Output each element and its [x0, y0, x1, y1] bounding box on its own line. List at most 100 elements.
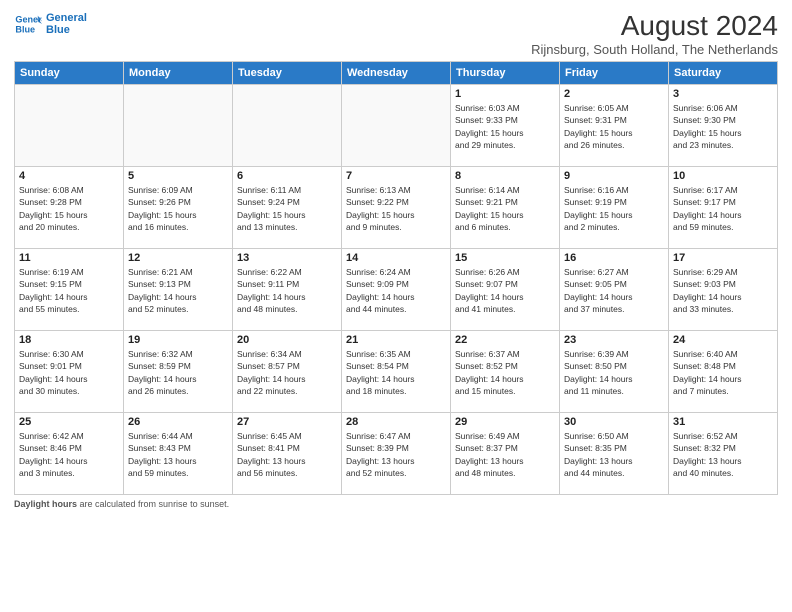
day-number: 18	[19, 334, 119, 346]
day-number: 10	[673, 170, 773, 182]
calendar-cell: 7 Sunrise: 6:13 AMSunset: 9:22 PMDaylight…	[342, 167, 451, 249]
day-info: Sunrise: 6:29 AMSunset: 9:03 PMDaylight:…	[673, 266, 773, 315]
title-block: August 2024 Rijnsburg, South Holland, Th…	[531, 10, 778, 57]
day-info: Sunrise: 6:47 AMSunset: 8:39 PMDaylight:…	[346, 430, 446, 479]
calendar-cell: 25Sunrise: 6:42 AMSunset: 8:46 PMDayligh…	[15, 413, 124, 495]
day-number: 17	[673, 252, 773, 264]
day-info: Sunrise: 6:37 AMSunset: 8:52 PMDaylight:…	[455, 348, 555, 397]
calendar-cell: 17 Sunrise: 6:29 AMSunset: 9:03 PMDayligh…	[669, 249, 778, 331]
calendar-cell: 30 Sunrise: 6:50 AMSunset: 8:35 PMDayligh…	[560, 413, 669, 495]
logo-line2: Blue	[46, 24, 87, 36]
calendar-cell	[342, 85, 451, 167]
day-info: Sunrise: 6:11 AMSunset: 9:24 PMDaylight:…	[237, 184, 337, 233]
day-number: 31	[673, 416, 773, 428]
day-info: Sunrise: 6:21 AMSunset: 9:13 PMDaylight:…	[128, 266, 228, 315]
calendar-cell: 2Sunrise: 6:05 AMSunset: 9:31 PMDaylight…	[560, 85, 669, 167]
day-info: Sunrise: 6:44 AMSunset: 8:43 PMDaylight:…	[128, 430, 228, 479]
svg-text:Blue: Blue	[15, 24, 35, 34]
calendar-cell: 28 Sunrise: 6:47 AMSunset: 8:39 PMDayligh…	[342, 413, 451, 495]
day-number: 9	[564, 170, 664, 182]
calendar-week-1: 1Sunrise: 6:03 AMSunset: 9:33 PMDaylight…	[15, 85, 778, 167]
day-number: 16	[564, 252, 664, 264]
day-info: Sunrise: 6:34 AMSunset: 8:57 PMDaylight:…	[237, 348, 337, 397]
day-number: 12	[128, 252, 228, 264]
day-number: 25	[19, 416, 119, 428]
logo-icon: General Blue	[14, 10, 42, 38]
weekday-header-wednesday: Wednesday	[342, 62, 451, 85]
calendar-cell: 20Sunrise: 6:34 AMSunset: 8:57 PMDayligh…	[233, 331, 342, 413]
calendar-cell	[124, 85, 233, 167]
calendar-cell: 26Sunrise: 6:44 AMSunset: 8:43 PMDayligh…	[124, 413, 233, 495]
calendar-cell: 16 Sunrise: 6:27 AMSunset: 9:05 PMDayligh…	[560, 249, 669, 331]
calendar-cell: 22 Sunrise: 6:37 AMSunset: 8:52 PMDayligh…	[451, 331, 560, 413]
day-number: 13	[237, 252, 337, 264]
calendar-week-2: 4Sunrise: 6:08 AMSunset: 9:28 PMDaylight…	[15, 167, 778, 249]
weekday-header-thursday: Thursday	[451, 62, 560, 85]
day-info: Sunrise: 6:39 AMSunset: 8:50 PMDaylight:…	[564, 348, 664, 397]
day-number: 7	[346, 170, 446, 182]
calendar-cell: 21 Sunrise: 6:35 AMSunset: 8:54 PMDayligh…	[342, 331, 451, 413]
footer-label: Daylight hours	[14, 499, 77, 509]
day-info: Sunrise: 6:14 AMSunset: 9:21 PMDaylight:…	[455, 184, 555, 233]
day-number: 30	[564, 416, 664, 428]
day-info: Sunrise: 6:03 AMSunset: 9:33 PMDaylight:…	[455, 102, 555, 151]
day-number: 19	[128, 334, 228, 346]
day-info: Sunrise: 6:05 AMSunset: 9:31 PMDaylight:…	[564, 102, 664, 151]
day-number: 15	[455, 252, 555, 264]
day-info: Sunrise: 6:17 AMSunset: 9:17 PMDaylight:…	[673, 184, 773, 233]
day-number: 3	[673, 88, 773, 100]
calendar-cell: 5Sunrise: 6:09 AMSunset: 9:26 PMDaylight…	[124, 167, 233, 249]
calendar-cell: 27 Sunrise: 6:45 AMSunset: 8:41 PMDayligh…	[233, 413, 342, 495]
day-info: Sunrise: 6:52 AMSunset: 8:32 PMDaylight:…	[673, 430, 773, 479]
day-info: Sunrise: 6:50 AMSunset: 8:35 PMDaylight:…	[564, 430, 664, 479]
calendar-cell: 18Sunrise: 6:30 AMSunset: 9:01 PMDayligh…	[15, 331, 124, 413]
footer: Daylight hours are calculated from sunri…	[14, 499, 778, 509]
calendar-cell: 9Sunrise: 6:16 AMSunset: 9:19 PMDaylight…	[560, 167, 669, 249]
calendar-cell: 10 Sunrise: 6:17 AMSunset: 9:17 PMDayligh…	[669, 167, 778, 249]
logo: General Blue General Blue	[14, 10, 87, 38]
day-info: Sunrise: 6:19 AMSunset: 9:15 PMDaylight:…	[19, 266, 119, 315]
day-number: 27	[237, 416, 337, 428]
calendar-cell: 1Sunrise: 6:03 AMSunset: 9:33 PMDaylight…	[451, 85, 560, 167]
calendar-cell	[233, 85, 342, 167]
location: Rijnsburg, South Holland, The Netherland…	[531, 42, 778, 57]
calendar-cell: 19 Sunrise: 6:32 AMSunset: 8:59 PMDayligh…	[124, 331, 233, 413]
weekday-header-tuesday: Tuesday	[233, 62, 342, 85]
day-number: 21	[346, 334, 446, 346]
day-info: Sunrise: 6:35 AMSunset: 8:54 PMDaylight:…	[346, 348, 446, 397]
day-info: Sunrise: 6:06 AMSunset: 9:30 PMDaylight:…	[673, 102, 773, 151]
weekday-header-monday: Monday	[124, 62, 233, 85]
calendar-week-4: 18Sunrise: 6:30 AMSunset: 9:01 PMDayligh…	[15, 331, 778, 413]
day-info: Sunrise: 6:22 AMSunset: 9:11 PMDaylight:…	[237, 266, 337, 315]
day-info: Sunrise: 6:24 AMSunset: 9:09 PMDaylight:…	[346, 266, 446, 315]
calendar-cell: 3 Sunrise: 6:06 AMSunset: 9:30 PMDaylight…	[669, 85, 778, 167]
weekday-header-saturday: Saturday	[669, 62, 778, 85]
calendar-cell: 14 Sunrise: 6:24 AMSunset: 9:09 PMDayligh…	[342, 249, 451, 331]
day-number: 28	[346, 416, 446, 428]
calendar-table: SundayMondayTuesdayWednesdayThursdayFrid…	[14, 61, 778, 495]
calendar-cell: 13 Sunrise: 6:22 AMSunset: 9:11 PMDayligh…	[233, 249, 342, 331]
day-info: Sunrise: 6:08 AMSunset: 9:28 PMDaylight:…	[19, 184, 119, 233]
day-number: 11	[19, 252, 119, 264]
day-number: 5	[128, 170, 228, 182]
day-number: 14	[346, 252, 446, 264]
weekday-header-row: SundayMondayTuesdayWednesdayThursdayFrid…	[15, 62, 778, 85]
day-info: Sunrise: 6:40 AMSunset: 8:48 PMDaylight:…	[673, 348, 773, 397]
footer-text: are calculated from sunrise to sunset.	[77, 499, 229, 509]
weekday-header-sunday: Sunday	[15, 62, 124, 85]
day-number: 8	[455, 170, 555, 182]
calendar-cell: 8 Sunrise: 6:14 AMSunset: 9:21 PMDaylight…	[451, 167, 560, 249]
day-info: Sunrise: 6:32 AMSunset: 8:59 PMDaylight:…	[128, 348, 228, 397]
calendar-cell: 11 Sunrise: 6:19 AMSunset: 9:15 PMDayligh…	[15, 249, 124, 331]
day-number: 29	[455, 416, 555, 428]
day-number: 22	[455, 334, 555, 346]
day-info: Sunrise: 6:27 AMSunset: 9:05 PMDaylight:…	[564, 266, 664, 315]
calendar-week-3: 11 Sunrise: 6:19 AMSunset: 9:15 PMDayligh…	[15, 249, 778, 331]
day-number: 6	[237, 170, 337, 182]
calendar-cell: 12 Sunrise: 6:21 AMSunset: 9:13 PMDayligh…	[124, 249, 233, 331]
day-info: Sunrise: 6:13 AMSunset: 9:22 PMDaylight:…	[346, 184, 446, 233]
weekday-header-friday: Friday	[560, 62, 669, 85]
day-info: Sunrise: 6:45 AMSunset: 8:41 PMDaylight:…	[237, 430, 337, 479]
calendar-cell: 24Sunrise: 6:40 AMSunset: 8:48 PMDayligh…	[669, 331, 778, 413]
day-info: Sunrise: 6:26 AMSunset: 9:07 PMDaylight:…	[455, 266, 555, 315]
